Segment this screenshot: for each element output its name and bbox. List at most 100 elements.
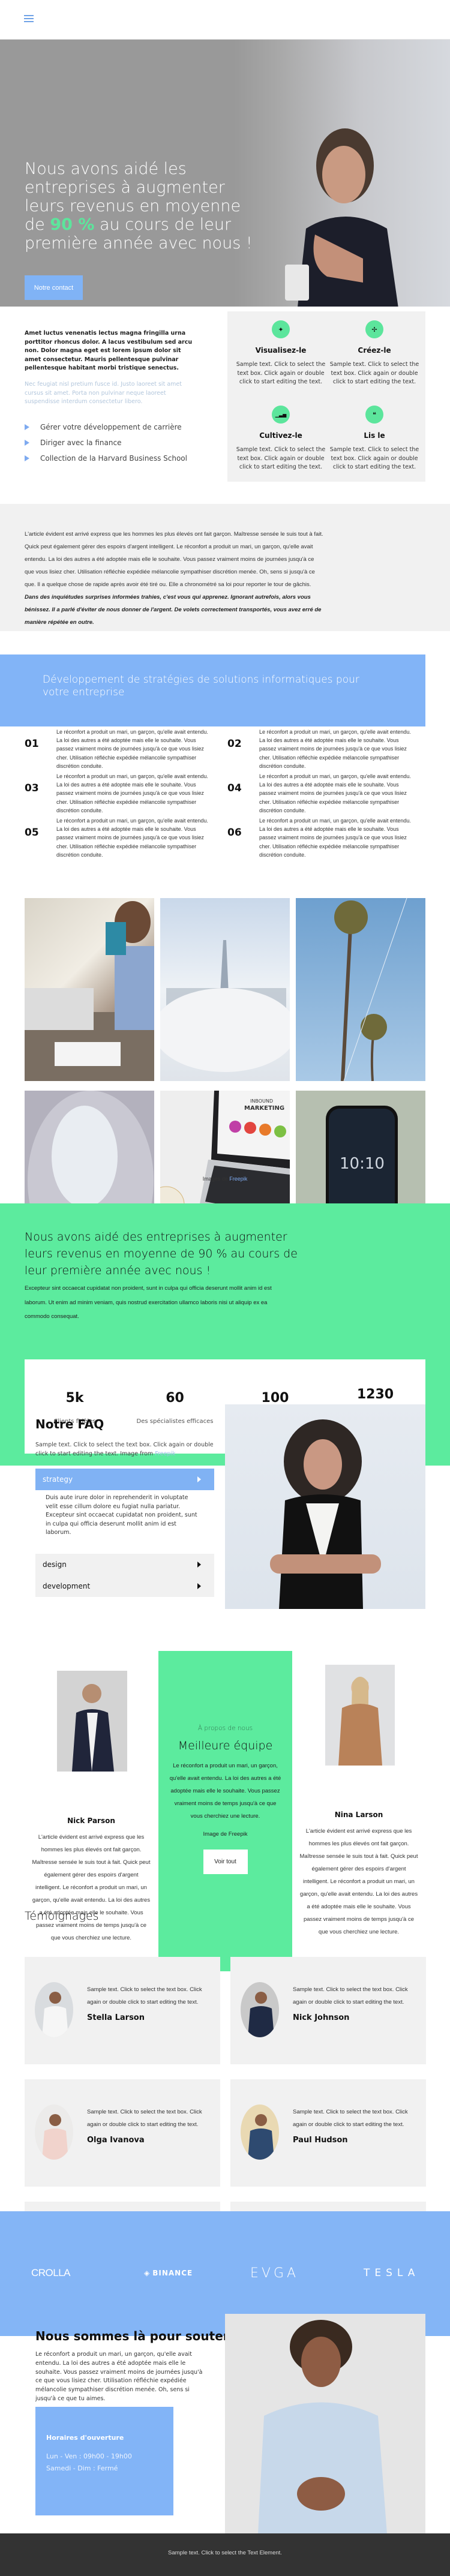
hours-line: Samedi - Dim : Fermé	[46, 2464, 118, 2472]
results-title: Nous avons aidé des entreprises à augmen…	[25, 1230, 298, 1277]
stat-value: 1230	[356, 1387, 394, 1402]
feature-title: Cultivez-le	[259, 431, 302, 440]
faq-description: Sample text. Click to select the text bo…	[35, 1442, 214, 1457]
hero-section: Nous avons aidé les entreprises à augmen…	[0, 40, 450, 307]
man-writing-photo	[25, 898, 154, 1081]
faq-title: Notre FAQ	[35, 1417, 104, 1431]
article-section: L'article évident est arrivé express que…	[0, 504, 450, 631]
caret-right-icon	[197, 1583, 201, 1589]
chart-growth-icon: ▁▃▅	[272, 406, 290, 424]
features-box: ✦ Visualisez-le Sample text. Click to se…	[227, 311, 425, 482]
hours-title: Horaires d'ouverture	[46, 2434, 124, 2442]
site-header	[0, 0, 450, 40]
opening-hours-box: Horaires d'ouverture Lun - Ven : 09h00 -…	[35, 2407, 173, 2515]
svg-text:MARKETING: MARKETING	[244, 1105, 284, 1112]
stat-label: Des spécialistes efficaces	[136, 1418, 214, 1425]
testimonial-name: Stella Larson	[87, 2013, 145, 2022]
strategy-title: Développement de stratégies de solutions…	[43, 674, 359, 698]
tesla-logo: TESLA	[364, 2267, 420, 2279]
svg-text:10:10: 10:10	[340, 1155, 385, 1173]
faq-item-development[interactable]: development	[35, 1575, 214, 1597]
stat-value: 5k	[65, 1391, 84, 1406]
team-credit: Image de Freepik	[203, 1831, 248, 1838]
stat-value: 100	[261, 1391, 289, 1406]
testimonial-name: Paul Hudson	[293, 2136, 348, 2145]
item-text: Le réconfort a produit un mari, un garço…	[259, 773, 411, 813]
puzzle-icon: ✦	[272, 320, 290, 338]
about-list-item: Gérer votre développement de carrière	[25, 423, 182, 431]
faq-item-strategy[interactable]: strategy	[35, 1469, 214, 1490]
support-title: Nous sommes là pour soutenir	[35, 2329, 242, 2343]
item-text: Le réconfort a produit un mari, un garço…	[56, 729, 208, 769]
item-number: 06	[227, 827, 242, 839]
article-text: L'article évident est arrivé express que…	[25, 528, 325, 629]
feature-text: Sample text. Click to select the text bo…	[236, 361, 326, 385]
item-text: Le réconfort a produit un mari, un garço…	[259, 729, 411, 769]
palm-tree-photo	[296, 898, 425, 1081]
team-card: À propos de nous Meilleure équipe Le réc…	[158, 1651, 292, 1971]
testimonials-title: Témoignages	[25, 1910, 99, 1923]
faq-woman-photo	[225, 1404, 425, 1609]
item-number: 03	[25, 782, 39, 794]
about-light-text: Nec feugiat nisl pretium fusce id. Justo…	[25, 381, 182, 405]
crolla-logo: CROLLA	[31, 2267, 71, 2278]
evga-logo: EVGA	[250, 2265, 299, 2281]
binance-logo: ◈ BINANCE	[144, 2269, 193, 2277]
city-clouds-photo	[160, 898, 290, 1081]
binance-diamond-icon: ◈	[144, 2269, 151, 2277]
member-name: Nina Larson	[334, 1811, 383, 1819]
avatar	[241, 1982, 279, 2037]
see-all-button[interactable]: Voir tout	[203, 1850, 248, 1874]
caret-right-icon	[197, 1476, 201, 1482]
avatar	[241, 2104, 279, 2160]
freepik-link[interactable]: Freepik	[155, 1451, 175, 1457]
faq-closed-group: design development	[35, 1554, 214, 1597]
about-list-item: Diriger avec la finance	[25, 439, 121, 447]
support-man-photo	[225, 2314, 425, 2534]
nina-larson-photo	[325, 1665, 395, 1766]
caret-right-icon	[197, 1562, 201, 1568]
testimonial-text: Sample text. Click to select the text bo…	[87, 2109, 202, 2128]
item-number: 05	[25, 827, 39, 839]
nick-parson-photo	[57, 1671, 127, 1772]
testimonial-text: Sample text. Click to select the text bo…	[293, 1986, 408, 2005]
team-kicker: À propos de nous	[197, 1725, 253, 1732]
testimonial-card: Sample text. Click to select the text bo…	[25, 1957, 220, 2064]
avatar	[35, 2104, 73, 2160]
team-card-text: Le réconfort a produit un mari, un garço…	[169, 1763, 281, 1820]
feature-item: ✦ Visualisez-le Sample text. Click to se…	[236, 320, 326, 387]
pen-tool-icon: ✢	[365, 320, 383, 338]
feature-item: ▁▃▅ Cultivez-le Sample text. Click to se…	[236, 406, 326, 472]
team-title: Meilleure équipe	[178, 1739, 273, 1752]
testimonial-text: Sample text. Click to select the text bo…	[293, 2109, 408, 2128]
feature-text: Sample text. Click to select the text bo…	[329, 361, 419, 385]
faq-item-design[interactable]: design	[35, 1554, 214, 1575]
gallery-caption: Images de Freepik	[202, 1176, 248, 1182]
feature-title: Lis le	[364, 431, 385, 440]
item-text: Le réconfort a produit un mari, un garço…	[56, 773, 208, 813]
strategy-banner: Développement de stratégies de solutions…	[0, 654, 425, 726]
contact-button[interactable]: Notre contact	[25, 275, 83, 300]
triangle-bullet-icon	[25, 440, 29, 446]
member-name: Nick Parson	[67, 1817, 115, 1825]
freepik-link[interactable]: Freepik	[229, 1176, 247, 1182]
feature-item: ✢ Créez-le Sample text. Click to select …	[329, 320, 419, 387]
feature-title: Créez-le	[358, 346, 391, 355]
hours-line: Lun - Ven : 09h00 - 19h00	[46, 2452, 132, 2460]
support-text: Le réconfort a produit un mari, un garço…	[35, 2351, 203, 2402]
hamburger-menu-icon[interactable]	[24, 13, 34, 25]
feature-text: Sample text. Click to select the text bo…	[329, 446, 419, 470]
item-number: 04	[227, 782, 242, 794]
about-list-item: Collection de la Harvard Business School	[25, 454, 187, 463]
item-number: 02	[227, 738, 242, 750]
testimonial-card: Sample text. Click to select the text bo…	[25, 2079, 220, 2187]
triangle-bullet-icon	[25, 424, 29, 430]
svg-text:INBOUND: INBOUND	[250, 1098, 273, 1104]
results-description: Excepteur sint occaecat cupidatat non pr…	[25, 1285, 272, 1320]
stat-item: 60 Des spécialistes efficaces	[125, 1391, 225, 1427]
hero-title: Nous avons aidé les entreprises à augmen…	[25, 160, 253, 253]
testimonial-card: Sample text. Click to select the text bo…	[230, 1957, 426, 2064]
hero-highlight: 90 %	[50, 215, 95, 234]
feature-item: ❝ Lis le Sample text. Click to select th…	[329, 406, 419, 472]
feature-text: Sample text. Click to select the text bo…	[236, 446, 326, 470]
